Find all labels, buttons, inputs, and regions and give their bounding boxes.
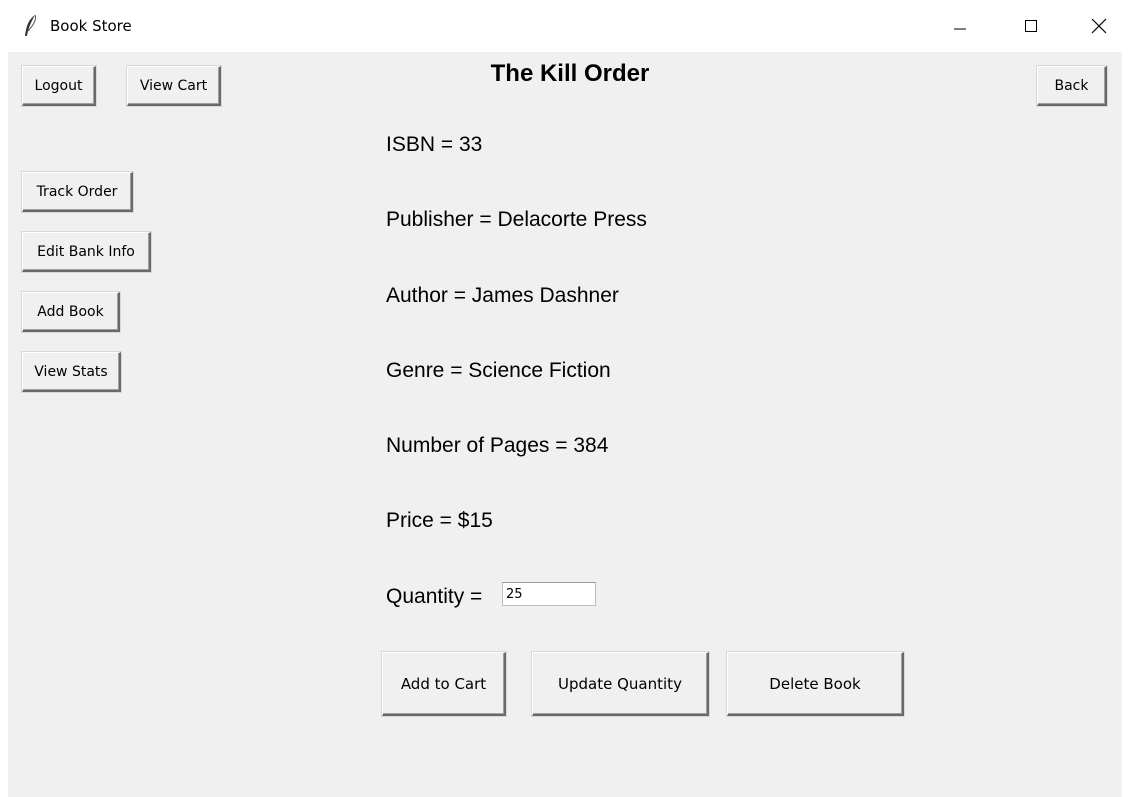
back-button[interactable]: Back	[1037, 66, 1107, 106]
update-quantity-button[interactable]: Update Quantity	[532, 652, 709, 716]
quantity-input[interactable]	[502, 582, 596, 606]
add-to-cart-button[interactable]: Add to Cart	[382, 652, 506, 716]
pages-label: Number of Pages = 384	[386, 434, 609, 457]
minimize-button[interactable]	[937, 8, 983, 44]
main-panel: Logout View Cart Back Track Order Edit B…	[8, 52, 1122, 797]
track-order-button[interactable]: Track Order	[22, 172, 133, 212]
minimize-icon	[954, 28, 966, 30]
logout-button[interactable]: Logout	[22, 66, 96, 106]
author-label: Author = James Dashner	[386, 284, 619, 307]
maximize-button[interactable]	[1008, 8, 1054, 44]
genre-label: Genre = Science Fiction	[386, 359, 611, 382]
close-button[interactable]	[1076, 8, 1122, 44]
edit-bank-info-button[interactable]: Edit Bank Info	[22, 232, 151, 272]
publisher-label: Publisher = Delacorte Press	[386, 208, 647, 231]
window-title: Book Store	[50, 17, 132, 35]
price-label: Price = $15	[386, 509, 493, 532]
view-cart-button[interactable]: View Cart	[127, 66, 221, 106]
feather-icon	[25, 14, 36, 36]
isbn-label: ISBN = 33	[386, 133, 483, 156]
close-icon	[1091, 18, 1107, 34]
add-book-button[interactable]: Add Book	[22, 292, 120, 332]
delete-book-button[interactable]: Delete Book	[727, 652, 904, 716]
quantity-label: Quantity =	[386, 585, 483, 608]
book-title: The Kill Order	[490, 60, 650, 87]
title-bar[interactable]: Book Store	[0, 0, 1130, 52]
maximize-icon	[1025, 20, 1037, 32]
view-stats-button[interactable]: View Stats	[22, 352, 121, 392]
app-window: Book Store Logout View Cart Back Track O…	[0, 0, 1130, 797]
